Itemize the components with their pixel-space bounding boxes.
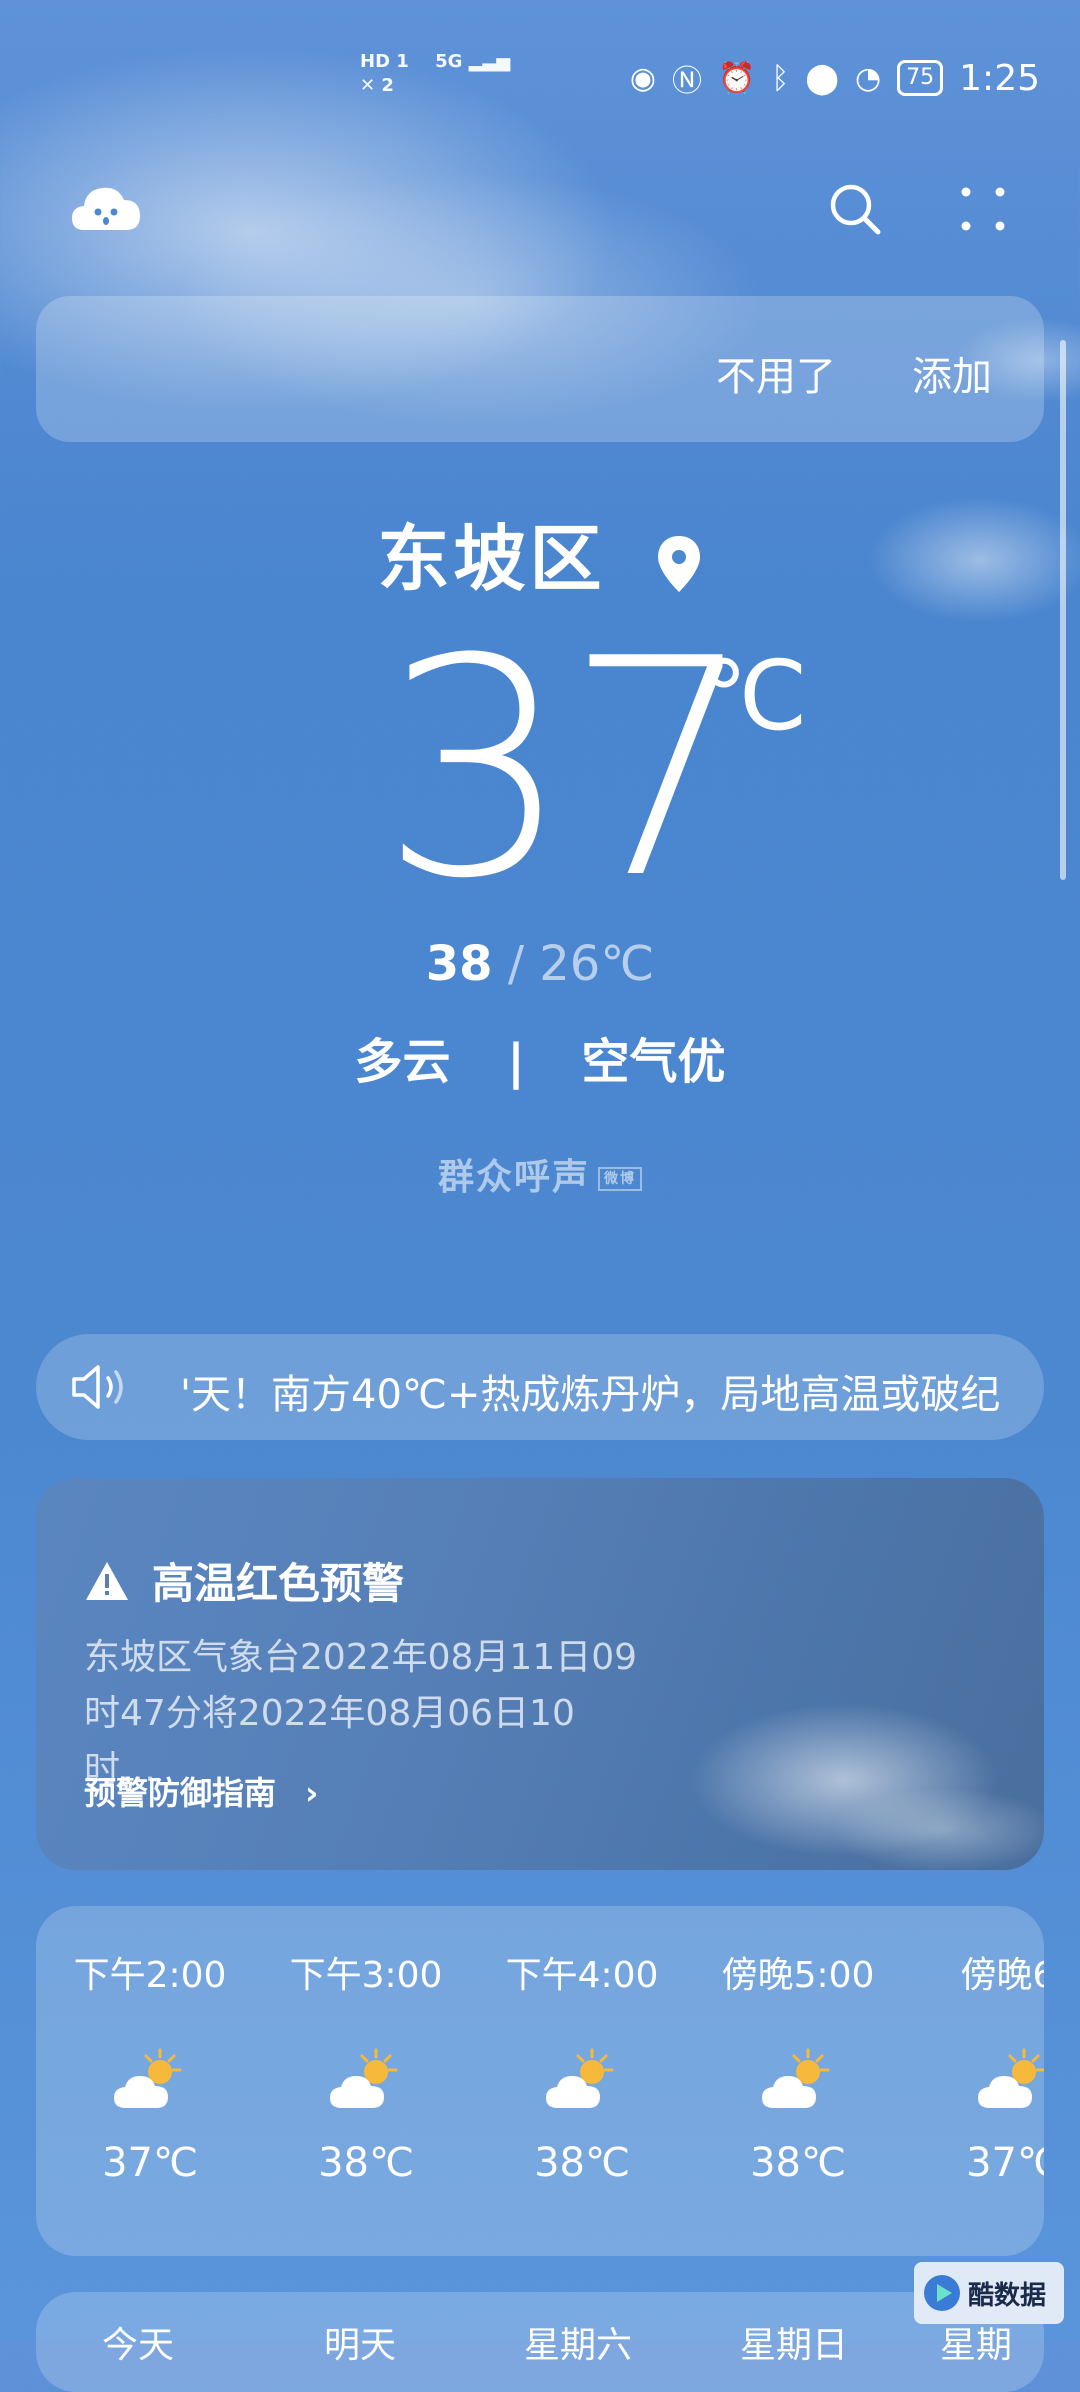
bluetooth-icon: ᛒ	[771, 60, 790, 96]
dismiss-button[interactable]: 不用了	[716, 344, 836, 402]
hour-temp: 38℃	[750, 2140, 846, 2186]
warning-title: 高温红色预警	[152, 1559, 405, 1608]
day-label: 明天	[324, 2325, 397, 2366]
hour-time: 下午2:00	[73, 1955, 227, 1996]
chevron-right-icon: ›	[305, 1774, 319, 1812]
location-name: 东坡区	[377, 517, 606, 601]
public-voice-link[interactable]: 群众呼声 微博	[0, 1148, 1080, 1200]
signal-icon: ▂▃▅	[468, 51, 511, 72]
hourly-item: 傍晚5:00 38℃	[698, 1946, 898, 2186]
eye-icon: ◉	[629, 60, 657, 96]
day-label: 星期一	[940, 2325, 1013, 2392]
add-widget-banner	[36, 296, 1044, 442]
temperature-range: 38 / 26℃	[0, 936, 1080, 992]
no-signal-icon: ✕	[360, 75, 376, 96]
location-pin-icon	[657, 536, 700, 593]
news-ticker[interactable]: '天！南方40℃+热成炼丹炉，局地高温或破纪	[36, 1334, 1044, 1440]
divider: |	[507, 1034, 525, 1090]
nfc-icon: Ⓝ	[672, 64, 703, 99]
hourly-forecast[interactable]: 下午2:00 37℃ 下午3:00 38℃ 下午4:00 38℃ 傍晚5:00	[36, 1906, 1044, 2256]
partly-cloudy-icon	[978, 2048, 1044, 2108]
hour-time: 下午3:00	[289, 1955, 443, 1996]
day-label: 今天	[102, 2325, 175, 2366]
weather-condition: 多云	[354, 1034, 451, 1090]
range-separator: /	[507, 936, 524, 992]
speed-icon: ◔	[854, 60, 882, 96]
partly-cloudy-icon	[114, 2048, 182, 2108]
air-quality[interactable]: 空气优	[581, 1034, 725, 1090]
condition-line: 多云 | 空气优	[0, 1022, 1080, 1092]
location-title[interactable]: 东坡区	[0, 500, 1080, 605]
sim-indicators: HD 1 5G ▂▃▅ ✕ 2	[360, 50, 510, 98]
temperature-unit: ℃	[700, 640, 808, 752]
day-label: 星期日	[740, 2325, 849, 2366]
warning-guide-link[interactable]: 预警防御指南 ›	[84, 1768, 318, 1814]
hour-temp: 37℃	[102, 2140, 198, 2186]
network-type: 5G	[435, 51, 463, 72]
partly-cloudy-icon	[762, 2048, 830, 2108]
hd-badge: HD	[360, 51, 391, 72]
watermark: 酷数据	[914, 2262, 1064, 2324]
daily-forecast[interactable]: 今天 明天 星期六 星期日 星期一	[36, 2292, 1044, 2392]
hourly-item: 下午3:00 38℃	[266, 1946, 466, 2186]
warning-guide-label: 预警防御指南	[84, 1774, 277, 1812]
watermark-text: 酷数据	[968, 2280, 1047, 2311]
hourly-item: 下午2:00 37℃	[50, 1946, 250, 2186]
sim2-badge: 2	[381, 75, 394, 96]
alarm-icon: ⏰	[718, 60, 756, 96]
day-label: 星期六	[524, 2325, 633, 2366]
news-headline: '天！南方40℃+热成炼丹炉，局地高温或破纪	[180, 1372, 1001, 1418]
clock: 1:25	[959, 57, 1040, 99]
hourly-item: 下午4:00 38℃	[482, 1946, 682, 2186]
weather-logo-icon[interactable]	[70, 180, 142, 236]
partly-cloudy-icon	[330, 2048, 398, 2108]
public-voice-title: 群众呼声	[437, 1157, 590, 1198]
status-bar: HD 1 5G ▂▃▅ ✕ 2 ◉ Ⓝ ⏰ ᛒ ⬤ ◔ 75 1:25	[0, 40, 1080, 120]
hourly-item: 傍晚6: 37℃	[914, 1946, 1044, 2186]
warning-header: 高温红色预警	[84, 1550, 404, 1611]
location-icon: ⬤	[805, 60, 839, 96]
search-icon[interactable]	[826, 180, 886, 240]
watermark-logo-icon	[924, 2275, 960, 2311]
hour-temp: 38℃	[534, 2140, 630, 2186]
weibo-tag: 微博	[598, 1167, 642, 1191]
hour-temp: 37℃	[966, 2140, 1044, 2186]
high-temp: 38	[425, 936, 493, 992]
scrollbar[interactable]	[1060, 340, 1066, 880]
speaker-icon	[72, 1365, 123, 1409]
warning-card[interactable]: 高温红色预警 东坡区气象台2022年08月11日09时47分将2022年08月0…	[36, 1478, 1044, 1870]
status-icons: ◉ Ⓝ ⏰ ᛒ ⬤ ◔ 75 1:25	[630, 56, 1040, 100]
more-options-icon[interactable]	[960, 186, 1006, 232]
low-temp: 26℃	[539, 936, 655, 992]
sim1-badge: 1	[396, 51, 409, 72]
hour-temp: 38℃	[318, 2140, 414, 2186]
add-button[interactable]: 添加	[912, 344, 992, 402]
current-temperature: 37	[380, 595, 756, 944]
warning-triangle-icon	[86, 1561, 128, 1600]
partly-cloudy-icon	[546, 2048, 614, 2108]
hour-time: 傍晚5:00	[721, 1955, 875, 1996]
hour-time: 傍晚6:	[960, 1955, 1044, 1996]
hour-time: 下午4:00	[505, 1955, 659, 1996]
battery-indicator: 75	[897, 60, 944, 96]
